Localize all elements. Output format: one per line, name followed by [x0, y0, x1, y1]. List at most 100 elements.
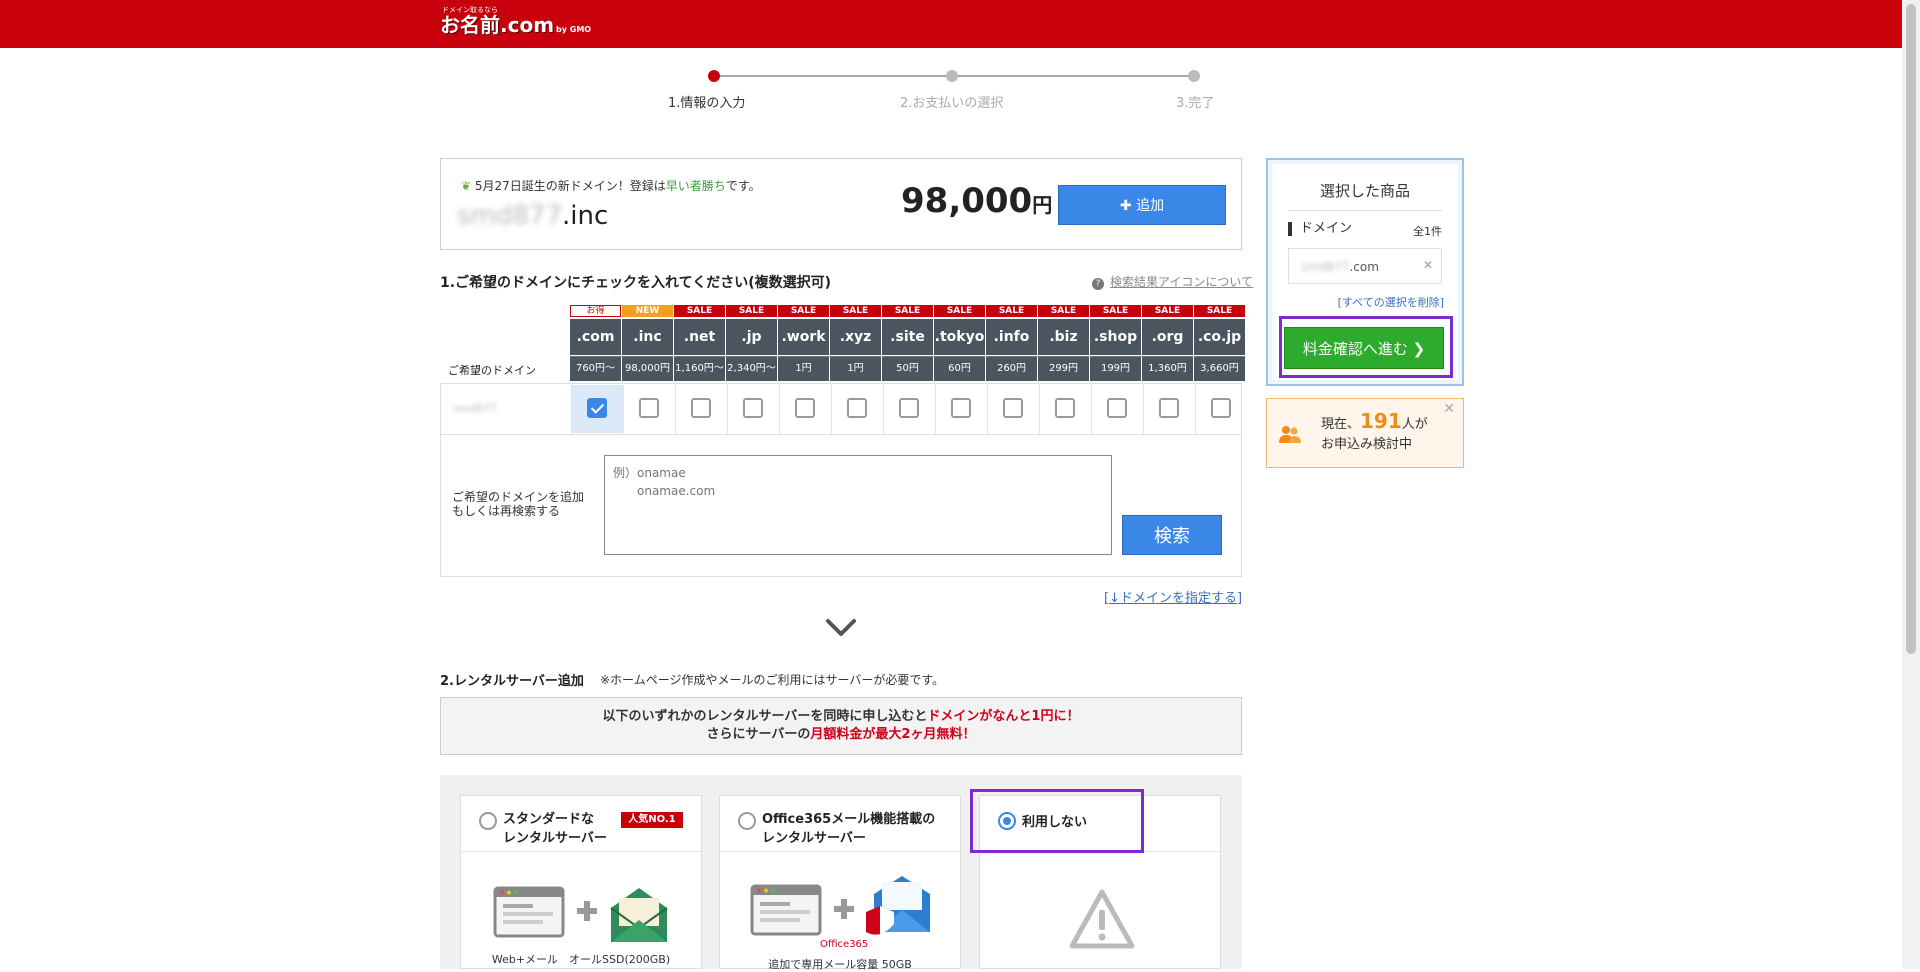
cart-item-blurred: smd877	[1301, 260, 1350, 274]
viewers-prefix: 現在、	[1321, 417, 1361, 432]
cart-item-tld: .com	[1349, 260, 1379, 274]
web-mail-illustration	[493, 886, 668, 942]
tld-column: SALE .co.jp 3,660円	[1194, 305, 1245, 381]
tld-checkbox[interactable]	[691, 398, 711, 418]
domain-search-row: ご希望のドメインを追加もしくは再検索する 検索	[440, 435, 1242, 577]
domain-column-header: ご希望のドメイン	[448, 364, 536, 377]
viewers-suffix: 人が	[1401, 417, 1428, 432]
plan-card-standard[interactable]: スタンダードな レンタルサーバー 人気NO.1 Web+メール オールSSD(20…	[460, 795, 702, 969]
tld-name: .biz	[1038, 319, 1089, 355]
new-domain-notice: ❦ 5月27日誕生の新ドメイン！登録は早い者勝ちです。	[461, 177, 761, 194]
featured-price-value: 98,000	[901, 181, 1033, 221]
tld-badge: お得	[570, 305, 621, 317]
promo-highlight-1: ドメインがなんと1円に！	[927, 709, 1080, 724]
step-dot-2	[946, 70, 958, 82]
tld-column: SALE .net 1,160円〜	[674, 305, 725, 381]
tld-name: .co.jp	[1194, 319, 1245, 355]
section2-title: 2.レンタルサーバー追加	[440, 674, 584, 689]
tld-column: SALE .tokyo 60円	[934, 305, 985, 381]
office365-mail-illustration	[750, 876, 930, 936]
cell-divider	[779, 384, 780, 434]
plan-title-line2: レンタルサーバー	[503, 831, 607, 846]
scrollbar-thumb[interactable]	[1906, 4, 1916, 654]
tld-checkbox[interactable]	[847, 398, 867, 418]
tld-badge: SALE	[882, 305, 933, 317]
step-dot-3	[1188, 70, 1200, 82]
domain-search-input[interactable]	[604, 455, 1112, 555]
step-label-2: 2.お支払いの選択	[900, 96, 1004, 111]
notice-highlight: 早い者勝ち	[665, 179, 726, 193]
step-dot-1	[708, 70, 720, 82]
tld-checkbox[interactable]	[639, 398, 659, 418]
search-icon-help-link[interactable]: ? 検索結果アイコンについて	[1092, 273, 1253, 290]
progress-steps: 1.情報の入力 2.お支払いの選択 3.完了	[668, 70, 1214, 111]
cell-divider	[1039, 384, 1040, 434]
plan-title-line1: スタンダードな	[503, 812, 595, 827]
tld-name: .inc	[622, 319, 673, 355]
tld-badge: SALE	[1090, 305, 1141, 317]
clear-all-link[interactable]: [すべての選択を削除]	[1338, 294, 1444, 310]
promo-highlight-2: 月額料金が最大2ヶ月無料！	[810, 727, 976, 742]
cell-divider	[883, 384, 884, 434]
tld-name: .org	[1142, 319, 1193, 355]
chevron-down-icon	[826, 619, 856, 636]
page-scrollbar[interactable]	[1902, 0, 1920, 969]
current-viewers-box: 現在、191人が お申込み検討中 ✕	[1266, 398, 1464, 468]
plan-card-office365[interactable]: Office365メール機能搭載の レンタルサーバー Office365 追加で専…	[719, 795, 961, 971]
viewers-text: 現在、191人が お申込み検討中	[1321, 411, 1428, 455]
tld-badge: SALE	[986, 305, 1037, 317]
search-button[interactable]: 検索	[1122, 515, 1222, 555]
add-domain-button[interactable]: ✚ 追加	[1058, 185, 1226, 225]
specify-domain-link[interactable]: [↓ドメインを指定する]	[1104, 587, 1242, 606]
cart-domain-label: ドメイン	[1288, 222, 1352, 236]
search-label-line2: もしくは再検索する	[452, 504, 561, 518]
plan-radio-standard[interactable]	[479, 812, 497, 830]
logo-text: お名前.com	[440, 13, 555, 37]
tld-column: NEW .inc 98,000円	[622, 305, 673, 381]
tld-name: .xyz	[830, 319, 881, 355]
tld-name: .site	[882, 319, 933, 355]
section1-title: 1.ご希望のドメインにチェックを入れてください(複数選択可)	[440, 275, 832, 291]
tld-column: SALE .jp 2,340円〜	[726, 305, 777, 381]
tld-checkbox[interactable]	[1003, 398, 1023, 418]
tld-badge: SALE	[726, 305, 777, 317]
cell-divider	[675, 384, 676, 434]
tld-column: SALE .work 1円	[778, 305, 829, 381]
logo-brand: by GMO	[556, 25, 592, 34]
tld-checkbox[interactable]	[587, 398, 607, 418]
site-logo[interactable]: ドメイン取るなら お名前.com by GMO	[440, 6, 591, 36]
tld-checkbox[interactable]	[1055, 398, 1075, 418]
viewers-count: 191	[1360, 409, 1402, 433]
domain-row-label: smd877	[453, 402, 498, 415]
tld-checkbox[interactable]	[1159, 398, 1179, 418]
tld-checkbox[interactable]	[795, 398, 815, 418]
tld-column: SALE .biz 299円	[1038, 305, 1089, 381]
tld-price: 2,340円〜	[726, 356, 777, 381]
cell-divider	[623, 384, 624, 434]
remove-item-icon[interactable]: ✕	[1423, 258, 1433, 272]
tld-column: SALE .shop 199円	[1090, 305, 1141, 381]
tld-checkbox[interactable]	[743, 398, 763, 418]
tld-badge: SALE	[1038, 305, 1089, 317]
search-label-line1: ご希望のドメインを追加	[452, 490, 585, 504]
cart-item-name: smd877.com	[1301, 260, 1379, 274]
tld-checkbox[interactable]	[1211, 398, 1231, 418]
plan-radio-office365[interactable]	[738, 812, 756, 830]
tld-column: SALE .xyz 1円	[830, 305, 881, 381]
plan-title-line1: Office365メール機能搭載の	[762, 812, 936, 827]
step-label-1: 1.情報の入力	[668, 96, 746, 111]
section2-note: ※ホームページ作成やメールのご利用にはサーバーが必要です。	[600, 673, 945, 687]
promo-text-1: 以下のいずれかのレンタルサーバーを同時に申し込むと	[602, 709, 928, 724]
sprout-icon: ❦	[461, 179, 472, 193]
tld-checkbox[interactable]	[951, 398, 971, 418]
popular-ribbon: 人気NO.1	[621, 812, 683, 828]
tld-price: 1円	[830, 356, 881, 381]
plan-card-header: Office365メール機能搭載の レンタルサーバー	[720, 796, 960, 852]
close-icon[interactable]: ✕	[1443, 401, 1455, 417]
help-icon: ?	[1092, 278, 1104, 290]
tld-price: 260円	[986, 356, 1037, 381]
tld-checkbox[interactable]	[1107, 398, 1127, 418]
tld-price: 760円〜	[570, 356, 621, 381]
tld-checkbox[interactable]	[899, 398, 919, 418]
plan-caption: 追加で専用メール容量 50GB	[768, 958, 912, 971]
